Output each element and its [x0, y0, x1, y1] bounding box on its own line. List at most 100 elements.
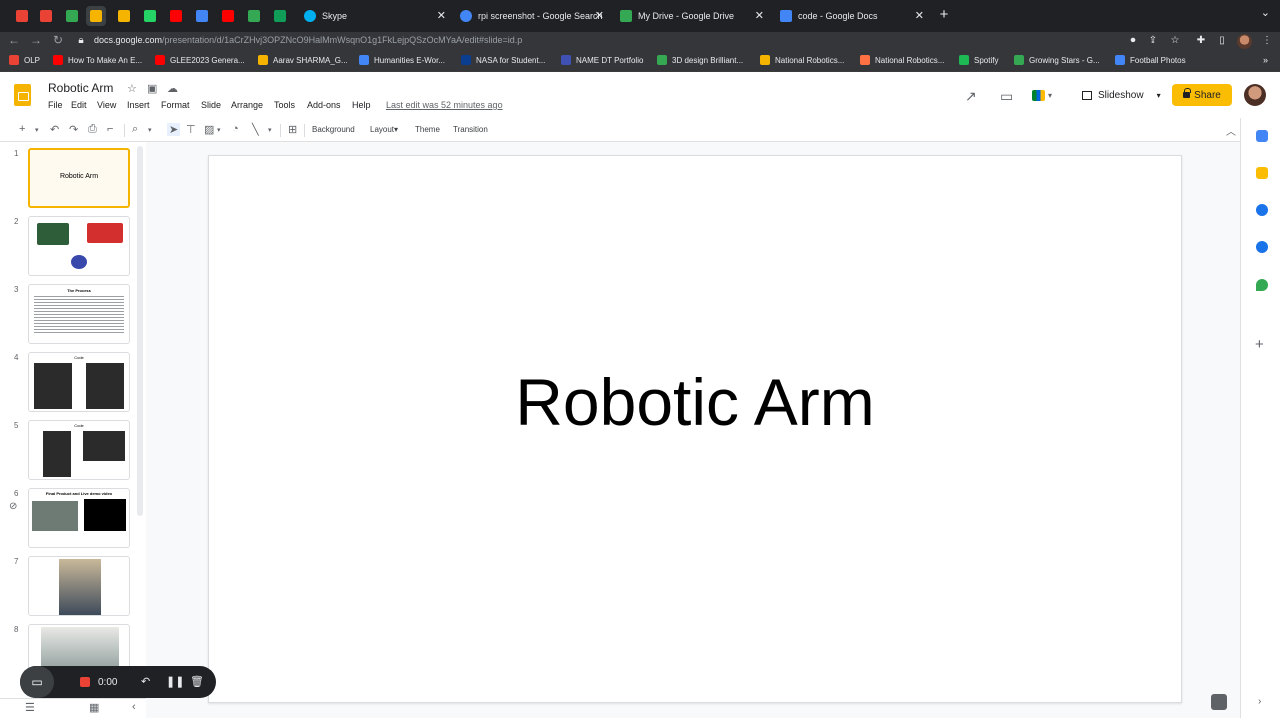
- profile-avatar[interactable]: [1237, 34, 1252, 49]
- close-icon[interactable]: ✕: [915, 9, 924, 22]
- close-icon[interactable]: ✕: [437, 9, 446, 22]
- move-folder-icon[interactable]: ▣: [147, 82, 157, 95]
- list-view-icon[interactable]: ☰: [25, 701, 35, 714]
- camera-icon[interactable]: ▭: [20, 666, 54, 698]
- zoom-icon[interactable]: ⌕: [132, 123, 138, 136]
- print-icon[interactable]: ⎙: [88, 123, 97, 136]
- contacts-icon[interactable]: [1256, 241, 1268, 253]
- reload-icon[interactable]: ↻: [50, 33, 66, 47]
- side-panel-icon[interactable]: ▯: [1215, 35, 1229, 46]
- background-button[interactable]: Background: [312, 125, 355, 134]
- pinned-tab[interactable]: [114, 6, 134, 26]
- menu-addons[interactable]: Add-ons: [307, 100, 341, 110]
- slide-thumbnail-1[interactable]: Robotic Arm: [28, 148, 130, 208]
- back-icon[interactable]: ←: [6, 33, 22, 47]
- chevron-down-icon[interactable]: ▾: [148, 126, 152, 134]
- forward-icon[interactable]: →: [28, 33, 44, 47]
- close-icon[interactable]: ✕: [755, 9, 764, 22]
- meet-button[interactable]: ▾: [1032, 86, 1062, 104]
- bookmark-item[interactable]: NASA for Student...: [461, 55, 545, 65]
- chevron-down-icon[interactable]: ▾: [217, 126, 221, 134]
- bookmark-item[interactable]: Humanities E-Wor...: [359, 55, 445, 65]
- document-title[interactable]: Robotic Arm: [48, 81, 113, 95]
- bookmark-item[interactable]: OLP: [9, 55, 40, 65]
- maps-icon[interactable]: [1256, 279, 1268, 291]
- new-tab-icon[interactable]: +: [936, 6, 952, 23]
- calendar-icon[interactable]: [1256, 130, 1268, 142]
- bookmark-item[interactable]: 3D design Brilliant...: [657, 55, 743, 65]
- pinned-tab[interactable]: [166, 6, 186, 26]
- menu-file[interactable]: File: [48, 100, 63, 110]
- redo-icon[interactable]: ↷: [69, 123, 78, 136]
- transition-button[interactable]: Transition: [453, 125, 488, 134]
- tab-skype[interactable]: Skype ✕: [296, 5, 452, 27]
- select-cursor-icon[interactable]: ➤: [167, 123, 181, 136]
- line-icon[interactable]: ╲: [252, 123, 259, 136]
- tab-search-icon[interactable]: ⌄: [1261, 6, 1270, 19]
- bookmark-item[interactable]: National Robotics...: [760, 55, 844, 65]
- menu-insert[interactable]: Insert: [127, 100, 150, 110]
- expand-panel-icon[interactable]: ›: [1258, 696, 1261, 707]
- new-slide-icon[interactable]: +: [19, 123, 25, 135]
- slide-thumbnail-2[interactable]: [28, 216, 130, 276]
- bookmark-item[interactable]: Growing Stars - G...: [1014, 55, 1100, 65]
- text-box-icon[interactable]: ⊤: [186, 123, 196, 136]
- chevron-down-icon[interactable]: ▾: [1157, 91, 1161, 100]
- slideshow-button[interactable]: Slideshow ▾: [1078, 85, 1168, 105]
- slide-thumbnail-6[interactable]: Final Product and Live demo video: [28, 488, 130, 548]
- menu-help[interactable]: Help: [352, 100, 371, 110]
- theme-button[interactable]: Theme: [415, 125, 440, 134]
- grid-view-icon[interactable]: ▦: [89, 701, 99, 714]
- comments-icon[interactable]: ▭: [1000, 88, 1013, 105]
- chevron-down-icon[interactable]: ▾: [35, 126, 39, 134]
- slide-thumbnail-5[interactable]: Code: [28, 420, 130, 480]
- more-bookmarks-icon[interactable]: »: [1263, 55, 1268, 65]
- activity-trend-icon[interactable]: ↗: [965, 88, 977, 105]
- keep-icon[interactable]: [1256, 167, 1268, 179]
- menu-edit[interactable]: Edit: [71, 100, 87, 110]
- close-icon[interactable]: ✕: [595, 9, 604, 22]
- account-avatar[interactable]: [1244, 84, 1266, 106]
- pinned-tab[interactable]: [86, 6, 106, 26]
- pinned-tab[interactable]: [192, 6, 212, 26]
- bookmark-item[interactable]: National Robotics...: [860, 55, 944, 65]
- tab-google-docs[interactable]: code - Google Docs ✕: [772, 5, 930, 27]
- share-button[interactable]: Share: [1172, 84, 1232, 106]
- menu-view[interactable]: View: [97, 100, 116, 110]
- menu-slide[interactable]: Slide: [201, 100, 221, 110]
- paint-format-icon[interactable]: ⌐: [107, 123, 113, 135]
- bookmark-item[interactable]: Spotify: [959, 55, 998, 65]
- add-addon-icon[interactable]: +: [1255, 336, 1264, 353]
- delete-icon[interactable]: 🗑︎: [190, 675, 204, 688]
- slide-thumbnail-4[interactable]: Code: [28, 352, 130, 412]
- tab-google-search[interactable]: rpi screenshot - Google Search ✕: [452, 5, 610, 27]
- cloud-status-icon[interactable]: ☁: [167, 82, 178, 95]
- undo-icon[interactable]: ↶: [50, 123, 59, 136]
- collapse-filmstrip-icon[interactable]: ‹: [132, 701, 136, 713]
- filmstrip-scrollbar[interactable]: [137, 146, 143, 516]
- pinned-tab[interactable]: [36, 6, 56, 26]
- bookmark-star-icon[interactable]: ☆: [1168, 35, 1182, 46]
- explore-icon[interactable]: [1211, 694, 1227, 710]
- restart-icon[interactable]: ↶: [141, 675, 150, 688]
- bookmark-item[interactable]: Aarav SHARMA_G...: [258, 55, 348, 65]
- collapse-toolbar-icon[interactable]: ︿: [1226, 123, 1236, 138]
- bookmark-item[interactable]: NAME DT Portfolio: [561, 55, 643, 65]
- bookmark-item[interactable]: How To Make An E...: [53, 55, 142, 65]
- stop-recording-icon[interactable]: [80, 677, 90, 687]
- slide-thumbnail-3[interactable]: The Process: [28, 284, 130, 344]
- extensions-icon[interactable]: ✚: [1194, 35, 1208, 46]
- chevron-down-icon[interactable]: ▾: [268, 126, 272, 134]
- slides-logo-icon[interactable]: [14, 84, 31, 106]
- pause-icon[interactable]: ❚❚: [166, 675, 184, 688]
- microphone-icon[interactable]: ⏺︎: [1126, 35, 1140, 46]
- tasks-icon[interactable]: [1256, 204, 1268, 216]
- slide-canvas[interactable]: Robotic Arm: [208, 155, 1182, 703]
- add-comment-icon[interactable]: ⊞: [288, 123, 297, 136]
- pinned-tab[interactable]: [270, 6, 290, 26]
- more-icon[interactable]: ⋮: [1260, 35, 1274, 46]
- share-page-icon[interactable]: ⇪: [1146, 35, 1160, 46]
- star-icon[interactable]: ☆: [127, 82, 137, 95]
- bookmark-item[interactable]: Football Photos: [1115, 55, 1186, 65]
- pinned-tab[interactable]: [244, 6, 264, 26]
